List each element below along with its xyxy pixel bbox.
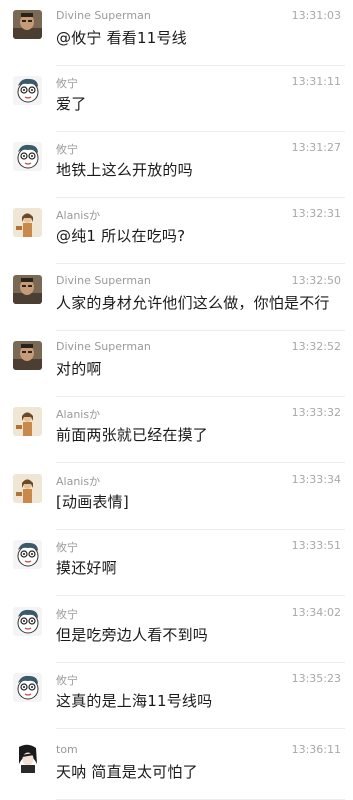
avatar-youning[interactable] bbox=[13, 540, 42, 569]
sender-name: 攸宁 bbox=[56, 143, 78, 156]
sender-name: Divine Superman bbox=[56, 274, 151, 287]
sender-name: 攸宁 bbox=[56, 608, 78, 621]
chat-message[interactable]: Divine Superman 13:31:03 @攸宁 看看11号线 bbox=[0, 0, 353, 66]
chat-message[interactable]: Alanisか 13:33:34 [动画表情] bbox=[0, 464, 353, 530]
message-text: 摸还好啊 bbox=[56, 559, 117, 577]
chat-message[interactable]: Alanisか 13:33:32 前面两张就已经在摸了 bbox=[0, 397, 353, 463]
message-text: 前面两张就已经在摸了 bbox=[56, 426, 209, 444]
sender-name: tom bbox=[56, 743, 78, 756]
avatar-youning[interactable] bbox=[13, 673, 42, 702]
message-time: 13:32:31 bbox=[291, 207, 341, 220]
sender-name: Alanisか bbox=[56, 209, 101, 222]
message-time: 13:33:34 bbox=[291, 473, 341, 486]
avatar-youning[interactable] bbox=[13, 76, 42, 105]
avatar-divine-superman[interactable] bbox=[13, 341, 42, 370]
sender-name: Alanisか bbox=[56, 475, 101, 488]
chat-message[interactable]: Divine Superman 13:32:52 对的啊 bbox=[0, 331, 353, 397]
chat-message[interactable]: 攸宁 13:31:11 爱了 bbox=[0, 66, 353, 132]
message-text: 人家的身材允许他们这么做，你怕是不行 bbox=[56, 294, 330, 312]
avatar-youning[interactable] bbox=[13, 607, 42, 636]
message-time: 13:33:51 bbox=[291, 539, 341, 552]
message-text: 这真的是上海11号线吗 bbox=[56, 692, 213, 710]
message-time: 13:34:02 bbox=[291, 606, 341, 619]
chat-message-list: Divine Superman 13:31:03 @攸宁 看看11号线 攸宁 1… bbox=[0, 0, 353, 800]
message-time: 13:31:03 bbox=[291, 9, 341, 22]
message-time: 13:31:11 bbox=[291, 75, 341, 88]
message-time: 13:32:50 bbox=[291, 274, 341, 287]
message-time: 13:35:23 bbox=[291, 672, 341, 685]
avatar-youning[interactable] bbox=[13, 142, 42, 171]
message-time: 13:32:52 bbox=[291, 340, 341, 353]
chat-message[interactable]: 攸宁 13:33:51 摸还好啊 bbox=[0, 530, 353, 596]
avatar-tom[interactable] bbox=[13, 744, 42, 773]
message-text: 对的啊 bbox=[56, 360, 102, 378]
chat-message[interactable]: 攸宁 13:35:23 这真的是上海11号线吗 bbox=[0, 663, 353, 729]
chat-message[interactable]: Divine Superman 13:32:50 人家的身材允许他们这么做，你怕… bbox=[0, 265, 353, 331]
sender-name: Divine Superman bbox=[56, 9, 151, 22]
message-text: 但是吃旁边人看不到吗 bbox=[56, 626, 209, 644]
message-text: @攸宁 看看11号线 bbox=[56, 29, 187, 47]
sender-name: Alanisか bbox=[56, 408, 101, 421]
avatar-divine-superman[interactable] bbox=[13, 275, 42, 304]
message-text: [动画表情] bbox=[56, 493, 129, 511]
chat-message[interactable]: Alanisか 13:32:31 @纯1 所以在吃吗? bbox=[0, 198, 353, 264]
sender-name: Divine Superman bbox=[56, 340, 151, 353]
message-text: @纯1 所以在吃吗? bbox=[56, 227, 186, 245]
avatar-alanis[interactable] bbox=[13, 407, 42, 436]
message-time: 13:33:32 bbox=[291, 406, 341, 419]
message-text: 天呐 简直是太可怕了 bbox=[56, 763, 198, 781]
avatar-alanis[interactable] bbox=[13, 474, 42, 503]
message-text: 地铁上这么开放的吗 bbox=[56, 161, 193, 179]
sender-name: 攸宁 bbox=[56, 77, 78, 90]
message-text: 爱了 bbox=[56, 95, 87, 113]
message-time: 13:31:27 bbox=[291, 141, 341, 154]
chat-message[interactable]: 攸宁 13:31:27 地铁上这么开放的吗 bbox=[0, 132, 353, 198]
avatar-alanis[interactable] bbox=[13, 208, 42, 237]
chat-message[interactable]: 攸宁 13:34:02 但是吃旁边人看不到吗 bbox=[0, 597, 353, 663]
chat-message[interactable]: tom 13:36:11 天呐 简直是太可怕了 bbox=[0, 734, 353, 800]
message-time: 13:36:11 bbox=[291, 743, 341, 756]
avatar-divine-superman[interactable] bbox=[13, 10, 42, 39]
sender-name: 攸宁 bbox=[56, 674, 78, 687]
sender-name: 攸宁 bbox=[56, 541, 78, 554]
